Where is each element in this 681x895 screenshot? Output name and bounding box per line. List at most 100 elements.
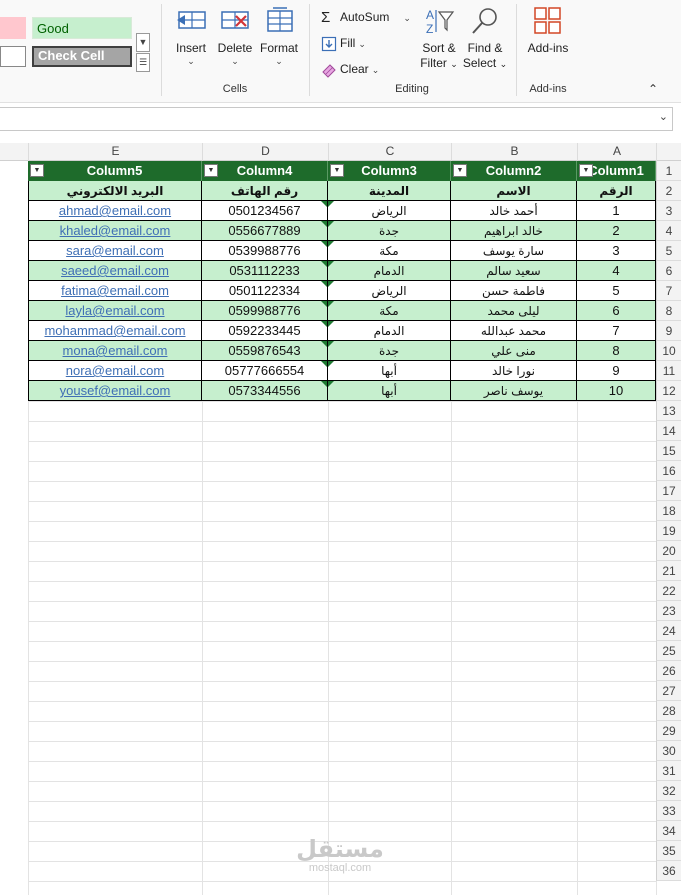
- error-indicator-icon[interactable]: [328, 221, 334, 227]
- email-link-cell[interactable]: fatima@email.com: [28, 281, 202, 301]
- error-indicator-icon[interactable]: [328, 241, 334, 247]
- name-cell[interactable]: يوسف ناصر: [451, 381, 577, 401]
- row-header[interactable]: 7: [656, 281, 681, 301]
- table-header-cell[interactable]: ▼ Column5: [28, 161, 202, 181]
- number-cell[interactable]: 1: [577, 201, 656, 221]
- city-cell[interactable]: مكة: [328, 241, 451, 261]
- filter-dropdown-icon[interactable]: ▼: [579, 164, 593, 177]
- delete-button[interactable]: Delete ⌄: [212, 6, 258, 76]
- city-cell[interactable]: أبها: [328, 381, 451, 401]
- table-header-cell[interactable]: ▼ Column3: [328, 161, 451, 181]
- phone-cell[interactable]: 0573344556: [202, 381, 328, 401]
- row-header[interactable]: 18: [656, 501, 681, 521]
- error-indicator-icon[interactable]: [321, 361, 327, 367]
- addins-button[interactable]: Add-ins: [525, 6, 571, 76]
- formula-bar[interactable]: ⌄: [0, 107, 673, 131]
- row-header[interactable]: 28: [656, 701, 681, 721]
- row-header[interactable]: 14: [656, 421, 681, 441]
- city-cell[interactable]: جدة: [328, 341, 451, 361]
- format-button[interactable]: Format ⌄: [256, 6, 302, 76]
- row-header[interactable]: 20: [656, 541, 681, 561]
- name-cell[interactable]: ليلى محمد: [451, 301, 577, 321]
- row-header[interactable]: 19: [656, 521, 681, 541]
- sub-header-cell[interactable]: المدينة: [328, 181, 451, 201]
- filter-dropdown-icon[interactable]: ▼: [453, 164, 467, 177]
- select-all-corner[interactable]: [656, 143, 681, 161]
- number-cell[interactable]: 2: [577, 221, 656, 241]
- email-link-cell[interactable]: khaled@email.com: [28, 221, 202, 241]
- row-header[interactable]: 13: [656, 401, 681, 421]
- row-header[interactable]: 34: [656, 821, 681, 841]
- style-check-cell[interactable]: Check Cell: [32, 46, 132, 67]
- name-cell[interactable]: خالد ابراهيم: [451, 221, 577, 241]
- phone-cell[interactable]: 0592233445: [202, 321, 328, 341]
- error-indicator-icon[interactable]: [321, 261, 327, 267]
- styles-more-button[interactable]: ☰: [136, 53, 150, 72]
- row-header[interactable]: 23: [656, 601, 681, 621]
- sub-header-cell[interactable]: الاسم: [451, 181, 577, 201]
- row-header[interactable]: 3: [656, 201, 681, 221]
- email-link-cell[interactable]: mohammad@email.com: [28, 321, 202, 341]
- row-header[interactable]: 12: [656, 381, 681, 401]
- name-cell[interactable]: فاطمة حسن: [451, 281, 577, 301]
- name-cell[interactable]: منى علي: [451, 341, 577, 361]
- column-header-partial[interactable]: [0, 143, 28, 161]
- table-header-cell[interactable]: ▼ Column1: [577, 161, 656, 181]
- city-cell[interactable]: الدمام: [328, 321, 451, 341]
- error-indicator-icon[interactable]: [328, 301, 334, 307]
- error-indicator-icon[interactable]: [321, 301, 327, 307]
- city-cell[interactable]: أبها: [328, 361, 451, 381]
- style-good[interactable]: Good: [32, 17, 132, 39]
- column-header-d[interactable]: D: [202, 143, 328, 161]
- column-header-c[interactable]: C: [328, 143, 451, 161]
- fill-button[interactable]: Fill ⌄: [321, 33, 366, 53]
- row-header[interactable]: 11: [656, 361, 681, 381]
- column-header-b[interactable]: B: [451, 143, 577, 161]
- row-header[interactable]: 1: [656, 161, 681, 181]
- error-indicator-icon[interactable]: [321, 321, 327, 327]
- number-cell[interactable]: 5: [577, 281, 656, 301]
- error-indicator-icon[interactable]: [328, 341, 334, 347]
- error-indicator-icon[interactable]: [328, 381, 334, 387]
- sub-header-cell[interactable]: البريد الالكتروني: [28, 181, 202, 201]
- error-indicator-icon[interactable]: [328, 321, 334, 327]
- phone-cell[interactable]: 0539988776: [202, 241, 328, 261]
- row-header[interactable]: 36: [656, 861, 681, 881]
- error-indicator-icon[interactable]: [328, 201, 334, 207]
- email-link-cell[interactable]: saeed@email.com: [28, 261, 202, 281]
- row-header[interactable]: 26: [656, 661, 681, 681]
- number-cell[interactable]: 6: [577, 301, 656, 321]
- error-indicator-icon[interactable]: [328, 261, 334, 267]
- row-header[interactable]: 30: [656, 741, 681, 761]
- autosum-button[interactable]: Σ AutoSum ⌄: [321, 7, 411, 27]
- row-header[interactable]: 2: [656, 181, 681, 201]
- city-cell[interactable]: الرياض: [328, 201, 451, 221]
- filter-dropdown-icon[interactable]: ▼: [330, 164, 344, 177]
- city-cell[interactable]: مكة: [328, 301, 451, 321]
- phone-cell[interactable]: 0599988776: [202, 301, 328, 321]
- row-header[interactable]: 22: [656, 581, 681, 601]
- name-cell[interactable]: سعيد سالم: [451, 261, 577, 281]
- email-link-cell[interactable]: sara@email.com: [28, 241, 202, 261]
- row-header[interactable]: 35: [656, 841, 681, 861]
- email-link-cell[interactable]: yousef@email.com: [28, 381, 202, 401]
- row-header[interactable]: 17: [656, 481, 681, 501]
- name-cell[interactable]: نورا خالد: [451, 361, 577, 381]
- sub-header-cell[interactable]: رقم الهاتف: [202, 181, 328, 201]
- style-bad[interactable]: [0, 17, 26, 39]
- row-header[interactable]: 21: [656, 561, 681, 581]
- phone-cell[interactable]: 0501234567: [202, 201, 328, 221]
- row-header[interactable]: 29: [656, 721, 681, 741]
- error-indicator-icon[interactable]: [321, 341, 327, 347]
- styles-scroll-down-button[interactable]: ▼: [136, 33, 150, 52]
- insert-button[interactable]: Insert ⌄: [168, 6, 214, 76]
- number-cell[interactable]: 3: [577, 241, 656, 261]
- name-cell[interactable]: محمد عبدالله: [451, 321, 577, 341]
- sort-filter-button[interactable]: A Z Sort & Filter ⌄: [416, 6, 462, 76]
- column-header-e[interactable]: E: [28, 143, 202, 161]
- email-link-cell[interactable]: mona@email.com: [28, 341, 202, 361]
- error-indicator-icon[interactable]: [321, 381, 327, 387]
- phone-cell[interactable]: 0556677889: [202, 221, 328, 241]
- row-header[interactable]: 25: [656, 641, 681, 661]
- row-header[interactable]: 27: [656, 681, 681, 701]
